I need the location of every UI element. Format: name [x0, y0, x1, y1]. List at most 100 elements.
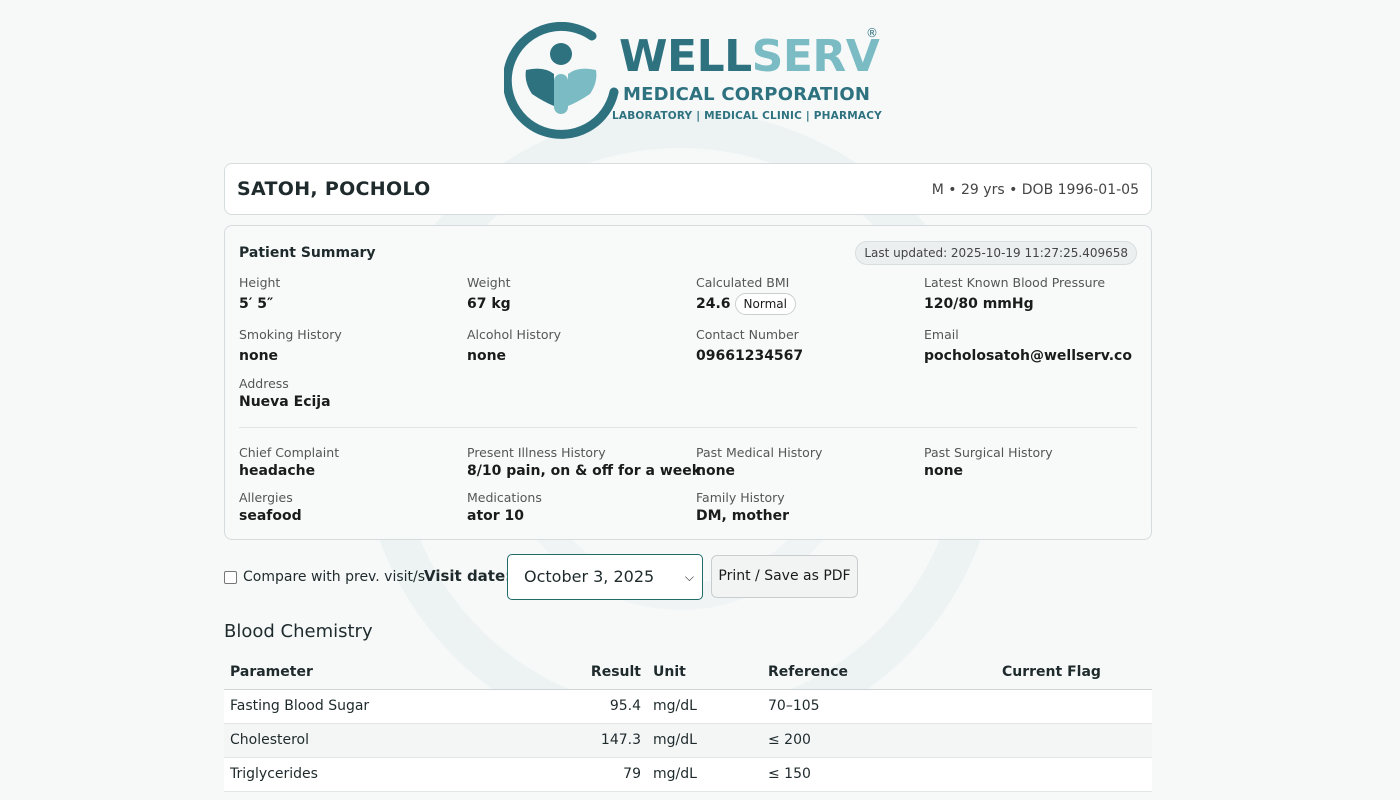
column-header-current-flag: Current Flag — [996, 655, 1152, 690]
logo-emblem-icon — [504, 22, 619, 139]
table-header-row: Parameter Result Unit Reference Current … — [224, 655, 1152, 690]
field-bmi: Calculated BMI 24.6 Normal — [696, 275, 916, 315]
cell-flag — [996, 723, 1152, 758]
field-value: pocholosatoh@wellserv.co — [924, 348, 1132, 364]
cell-parameter: Cholesterol — [224, 723, 549, 758]
field-chief-complaint: Chief Complaint headache — [239, 445, 459, 480]
cell-parameter: Fasting Blood Sugar — [224, 689, 549, 724]
logo-word-serv: SERV — [751, 31, 880, 82]
patient-summary-card: Patient Summary Last updated: 2025-10-19… — [224, 225, 1152, 540]
field-label: Address — [239, 376, 289, 391]
section-title-blood-chemistry: Blood Chemistry — [224, 621, 373, 642]
visit-date-label: Visit date: — [424, 567, 512, 585]
visit-date-select[interactable]: October 3, 2025 ⌵ — [507, 554, 703, 600]
chevron-down-icon: ⌵ — [684, 570, 694, 584]
field-label: Present Illness History — [467, 445, 606, 460]
field-value: 120/80 mmHg — [924, 296, 1034, 312]
blood-chemistry-table: Parameter Result Unit Reference Current … — [224, 655, 1152, 792]
table-row: Triglycerides 79 mg/dL ≤ 150 — [224, 757, 1152, 792]
cell-flag — [996, 689, 1152, 724]
field-value: none — [696, 463, 736, 479]
summary-title: Patient Summary — [239, 245, 376, 261]
field-present-illness: Present Illness History 8/10 pain, on & … — [467, 445, 702, 480]
field-allergies: Allergies seafood — [239, 490, 459, 525]
field-value: 09661234567 — [696, 348, 804, 364]
field-family-history: Family History DM, mother — [696, 490, 916, 525]
field-weight: Weight 67 kg — [467, 275, 687, 313]
field-label: Family History — [696, 490, 785, 505]
field-label: Height — [239, 275, 281, 290]
field-alcohol-history: Alcohol History none — [467, 327, 687, 365]
field-contact-number: Contact Number 09661234567 — [696, 327, 916, 365]
cell-result: 79 — [549, 757, 647, 792]
logo-word-well: WELL — [619, 31, 752, 82]
cell-result: 147.3 — [549, 723, 647, 758]
cell-reference: 70–105 — [762, 689, 996, 724]
table-row: Fasting Blood Sugar 95.4 mg/dL 70–105 — [224, 689, 1152, 724]
field-label: Alcohol History — [467, 327, 562, 342]
field-label: Medications — [467, 490, 542, 505]
logo-wordmark: WELLSERV — [619, 31, 880, 82]
field-past-surgical-history: Past Surgical History none — [924, 445, 1144, 480]
cell-unit: mg/dL — [647, 757, 762, 792]
print-save-pdf-button[interactable]: Print / Save as PDF — [711, 555, 858, 598]
logo-subtitle: MEDICAL CORPORATION — [623, 84, 871, 105]
field-label: Calculated BMI — [696, 275, 790, 290]
field-address: Address Nueva Ecija — [239, 376, 459, 411]
cell-unit: mg/dL — [647, 723, 762, 758]
field-value: none — [467, 348, 507, 364]
field-email: Email pocholosatoh@wellserv.co — [924, 327, 1144, 365]
field-past-medical-history: Past Medical History none — [696, 445, 916, 480]
field-label: Chief Complaint — [239, 445, 340, 460]
cell-unit: mg/dL — [647, 689, 762, 724]
field-label: Weight — [467, 275, 511, 290]
cell-reference: ≤ 150 — [762, 757, 996, 792]
wellserv-logo: WELLSERV ® MEDICAL CORPORATION LABORATOR… — [504, 22, 884, 140]
field-smoking-history: Smoking History none — [239, 327, 459, 365]
column-header-parameter: Parameter — [224, 655, 549, 690]
field-label: Contact Number — [696, 327, 799, 342]
cell-parameter: Triglycerides — [224, 757, 549, 792]
patient-name: SATOH, POCHOLO — [237, 178, 431, 200]
bmi-status-badge: Normal — [734, 293, 796, 315]
field-label: Past Surgical History — [924, 445, 1053, 460]
column-header-reference: Reference — [762, 655, 996, 690]
compare-toggle[interactable]: Compare with prev. visit/s — [224, 569, 425, 585]
field-height: Height 5′ 5″ — [239, 275, 459, 313]
compare-checkbox[interactable] — [224, 570, 237, 584]
field-blood-pressure: Latest Known Blood Pressure 120/80 mmHg — [924, 275, 1144, 313]
bmi-value: 24.6 — [696, 296, 731, 312]
field-value: seafood — [239, 508, 302, 524]
summary-divider — [239, 427, 1137, 428]
field-label: Smoking History — [239, 327, 342, 342]
table-row: Cholesterol 147.3 mg/dL ≤ 200 — [224, 723, 1152, 758]
cell-reference: ≤ 200 — [762, 723, 996, 758]
field-value: none — [239, 348, 279, 364]
field-value: 24.6 Normal — [696, 293, 916, 315]
last-updated-badge: Last updated: 2025-10-19 11:27:25.409658 — [855, 241, 1137, 265]
visit-controls: Compare with prev. visit/s Visit date: O… — [224, 554, 1152, 600]
field-value: Nueva Ecija — [239, 394, 331, 410]
field-value: none — [924, 463, 964, 479]
field-label: Email — [924, 327, 959, 342]
compare-label: Compare with prev. visit/s — [243, 569, 426, 585]
field-value: 8/10 pain, on & off for a week — [467, 463, 702, 479]
patient-header-card: SATOH, POCHOLO M • 29 yrs • DOB 1996-01-… — [224, 163, 1152, 215]
field-value: 67 kg — [467, 296, 511, 312]
visit-date-value: October 3, 2025 — [524, 567, 655, 586]
column-header-result: Result — [549, 655, 647, 690]
field-value: ator 10 — [467, 508, 525, 524]
field-label: Allergies — [239, 490, 293, 505]
cell-flag — [996, 757, 1152, 792]
field-medications: Medications ator 10 — [467, 490, 687, 525]
field-value: 5′ 5″ — [239, 296, 274, 312]
field-value: headache — [239, 463, 316, 479]
field-label: Latest Known Blood Pressure — [924, 275, 1106, 290]
field-value: DM, mother — [696, 508, 790, 524]
patient-demographics: M • 29 yrs • DOB 1996-01-05 — [931, 182, 1139, 198]
cell-result: 95.4 — [549, 689, 647, 724]
column-header-unit: Unit — [647, 655, 762, 690]
logo-registered-mark: ® — [866, 26, 878, 40]
logo-tagline: LABORATORY | MEDICAL CLINIC | PHARMACY — [612, 110, 882, 122]
field-label: Past Medical History — [696, 445, 823, 460]
